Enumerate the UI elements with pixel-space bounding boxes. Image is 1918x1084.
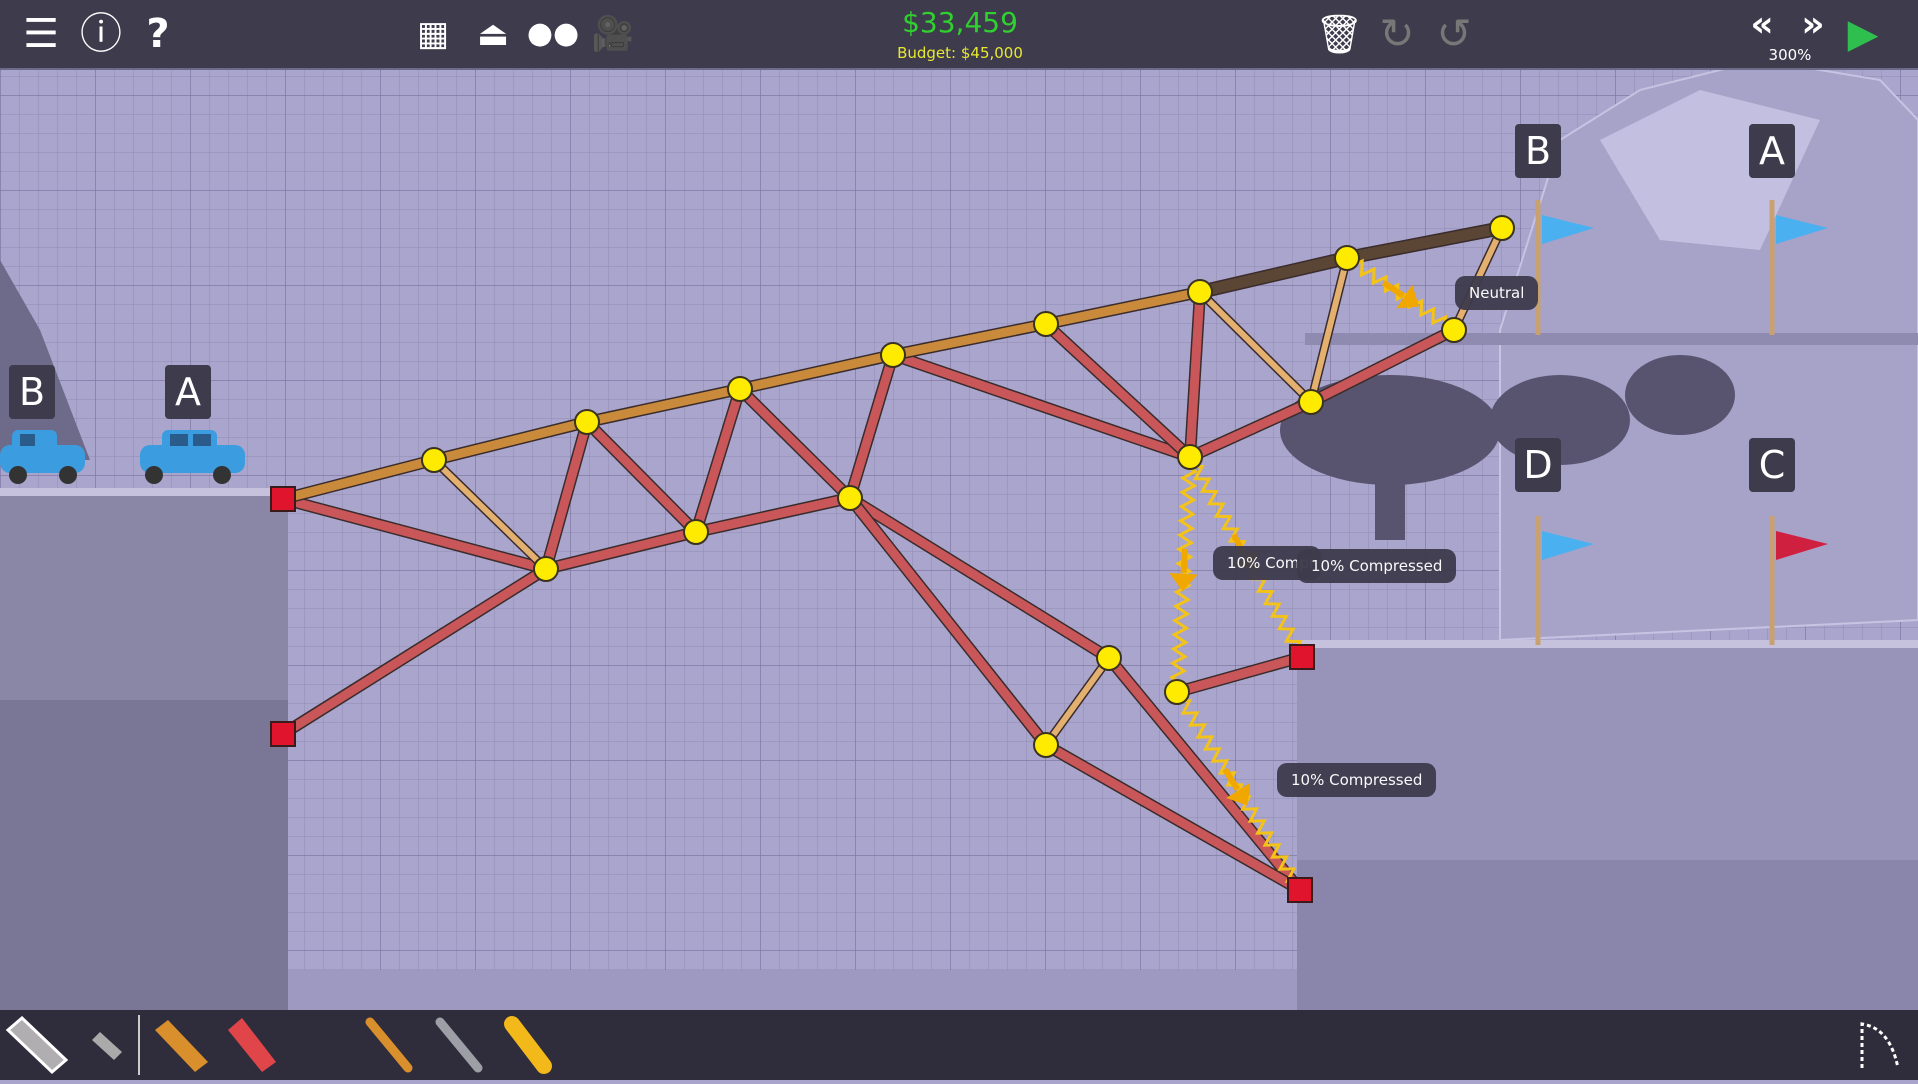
joint[interactable] <box>727 376 753 402</box>
joint[interactable] <box>1187 279 1213 305</box>
checkpoint-label-left-a: A <box>165 365 211 419</box>
anchor-joint[interactable] <box>1289 644 1315 670</box>
joint[interactable] <box>533 556 559 582</box>
spring-tool[interactable] <box>504 1016 552 1074</box>
hamburger-menu-icon[interactable]: ☰ <box>18 0 64 68</box>
weight-icon[interactable]: ⏏ <box>468 0 518 68</box>
stress-label-compressed: 10% Compressed <box>1277 763 1437 797</box>
slow-down-icon[interactable]: « <box>1742 0 1782 50</box>
joint[interactable] <box>1298 389 1324 415</box>
budget-label: Budget: $45,000 <box>897 44 1023 62</box>
info-icon[interactable]: ⓘ <box>77 0 125 68</box>
binoculars-icon[interactable]: ●● <box>525 0 581 68</box>
speed-up-icon[interactable]: » <box>1793 0 1833 50</box>
joint[interactable] <box>421 447 447 473</box>
anchor-joint[interactable] <box>1287 877 1313 903</box>
anchor-joint[interactable] <box>270 486 296 512</box>
joint[interactable] <box>1096 645 1122 671</box>
joint[interactable] <box>1489 215 1515 241</box>
money-remaining: $33,459 <box>902 6 1018 39</box>
joint[interactable] <box>1441 317 1467 343</box>
play-icon[interactable]: ▶ <box>1843 0 1883 68</box>
material-toolbar <box>0 1010 1918 1080</box>
reinforced-road-tool[interactable] <box>228 1018 276 1072</box>
checkpoint-label-right-c: C <box>1749 438 1795 492</box>
joint[interactable] <box>1164 679 1190 705</box>
joint[interactable] <box>1177 444 1203 470</box>
steel-tool[interactable] <box>435 1017 483 1073</box>
simulation-speed: 300% <box>1768 46 1812 64</box>
trash-icon[interactable]: 🗑 <box>1315 0 1363 68</box>
checkpoint-label-left-b: B <box>9 365 55 419</box>
joint[interactable] <box>574 409 600 435</box>
camera-icon[interactable]: 🎥 <box>585 0 641 68</box>
checkpoint-label-right-a: A <box>1749 124 1795 178</box>
undo-icon[interactable]: ↺ <box>1432 0 1476 68</box>
joint[interactable] <box>1334 245 1360 271</box>
bridge-scene[interactable] <box>0 0 1918 1080</box>
joint[interactable] <box>683 519 709 545</box>
checkpoint-label-right-d: D <box>1515 438 1561 492</box>
joint[interactable] <box>837 485 863 511</box>
stress-label-compressed: 10% Compressed <box>1297 549 1457 583</box>
checkpoint-label-right-b: B <box>1515 124 1561 178</box>
slope-tool-icon[interactable] <box>1860 1022 1900 1069</box>
game-canvas[interactable]: B A B A D C Neutral 10% Compr 10% Compre… <box>0 0 1918 1080</box>
joint[interactable] <box>1033 311 1059 337</box>
small-eraser-tool[interactable] <box>92 1032 122 1060</box>
stress-label-neutral: Neutral <box>1455 276 1539 310</box>
joint[interactable] <box>1033 732 1059 758</box>
wood-tool[interactable] <box>365 1017 413 1073</box>
grid-toggle-icon[interactable]: ▦ <box>408 0 458 68</box>
large-eraser-tool[interactable] <box>5 1015 69 1075</box>
road-tool[interactable] <box>155 1020 208 1072</box>
joint[interactable] <box>880 342 906 368</box>
redo-icon[interactable]: ↻ <box>1375 0 1419 68</box>
upper-ledge <box>1305 333 1918 345</box>
top-toolbar: ☰ ⓘ ? ▦ ⏏ ●● 🎥 $33,459 Budget: $45,000 🗑… <box>0 0 1918 70</box>
anchor-joint[interactable] <box>270 721 296 747</box>
help-icon[interactable]: ? <box>138 0 178 68</box>
